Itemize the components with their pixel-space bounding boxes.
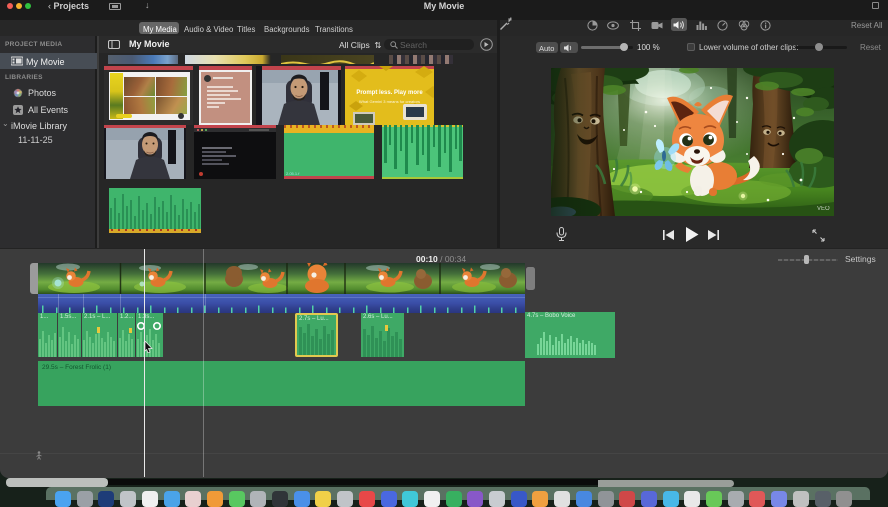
svg-text:VEO: VEO: [817, 206, 830, 212]
